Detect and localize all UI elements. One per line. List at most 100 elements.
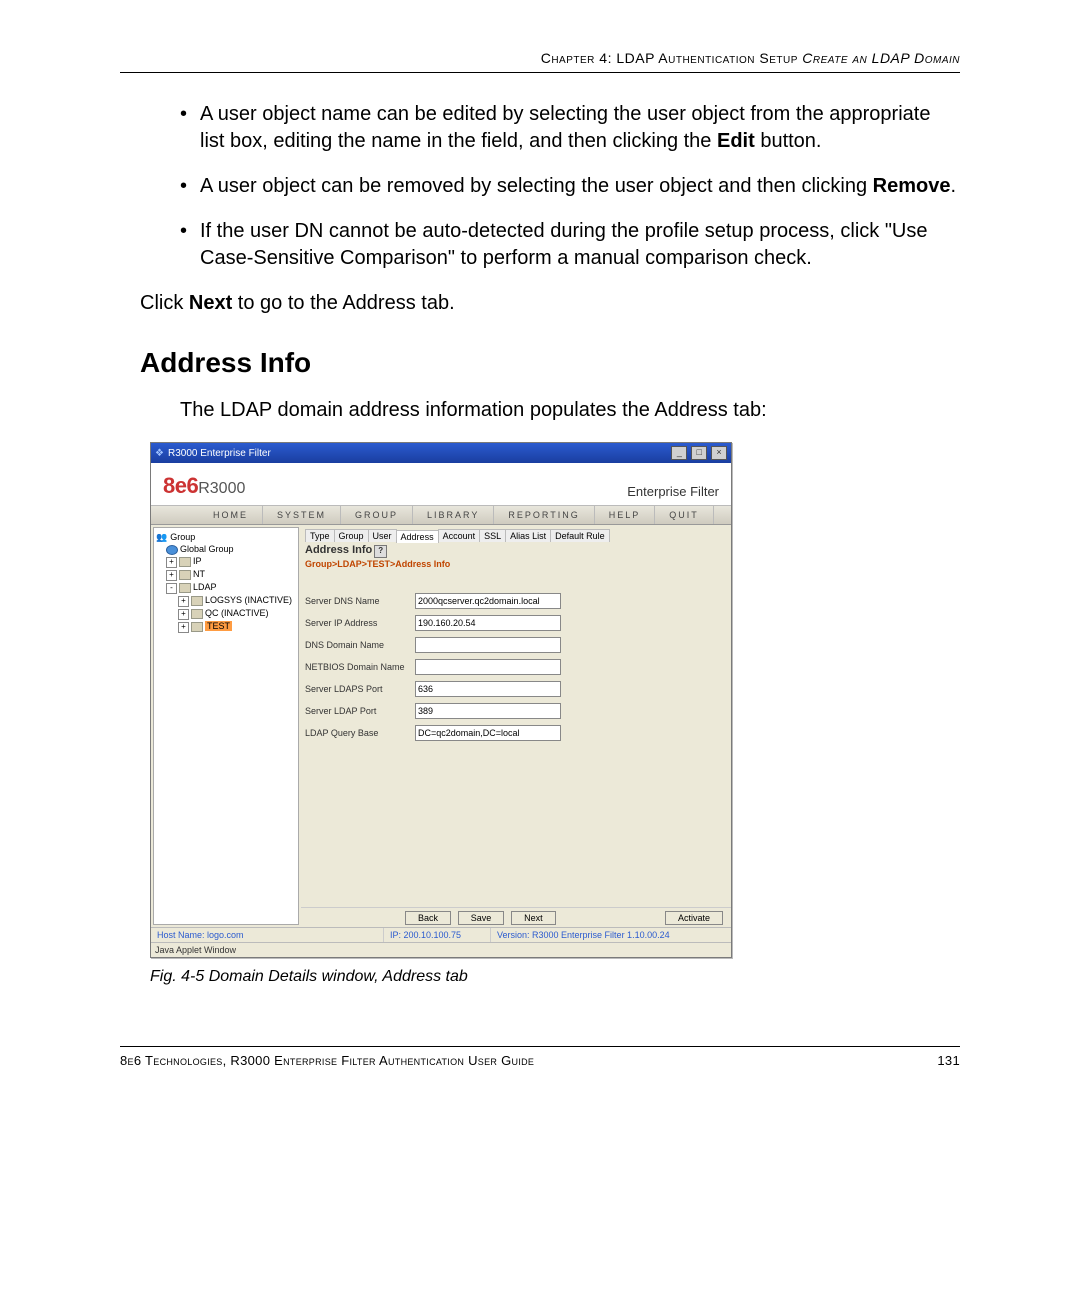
bullet-item: A user object can be removed by selectin… [180, 173, 960, 200]
menubar: HOME SYSTEM GROUP LIBRARY REPORTING HELP… [151, 505, 731, 525]
minimize-button[interactable]: _ [671, 446, 687, 460]
server-dns-input[interactable] [415, 593, 561, 609]
ldap-port-input[interactable] [415, 703, 561, 719]
tree-root[interactable]: 👥Group [156, 531, 296, 543]
activate-button[interactable]: Activate [665, 911, 723, 925]
bold-word: Edit [717, 130, 755, 152]
panel-title: Address Info? [305, 544, 727, 558]
chapter-title: Chapter 4: LDAP Authentication Setup [541, 50, 798, 66]
menu-help[interactable]: HELP [595, 506, 656, 524]
maximize-button[interactable]: □ [691, 446, 707, 460]
footer-rule [120, 1046, 960, 1047]
tab-alias-list[interactable]: Alias List [505, 529, 551, 542]
tree-panel: 👥Group Global Group +IP +NT -LDAP +LOGSY… [153, 527, 299, 925]
folder-icon [179, 583, 191, 593]
group-icon: 👥 [156, 532, 167, 542]
tab-ssl[interactable]: SSL [479, 529, 506, 542]
bullet-text: button. [755, 130, 822, 152]
bullet-item: If the user DN cannot be auto-detected d… [180, 218, 960, 272]
tree-test[interactable]: +TEST [178, 620, 296, 633]
menu-quit[interactable]: QUIT [655, 506, 714, 524]
logo-8e6: 8e6 [163, 473, 198, 498]
menu-home[interactable]: HOME [199, 506, 263, 524]
bullet-text: If the user DN cannot be auto-detected d… [200, 220, 928, 269]
page-number: 131 [937, 1053, 960, 1068]
server-ip-label: Server IP Address [305, 618, 415, 628]
tree-global-group[interactable]: Global Group [166, 543, 296, 555]
menu-system[interactable]: SYSTEM [263, 506, 341, 524]
status-bar: Host Name: logo.com IP: 200.10.100.75 Ve… [151, 927, 731, 942]
netbios-input[interactable] [415, 659, 561, 675]
tab-type[interactable]: Type [305, 529, 335, 542]
expand-icon[interactable]: + [166, 570, 177, 581]
tree-ldap[interactable]: -LDAP [166, 581, 296, 594]
click-next-para: Click Next to go to the Address tab. [140, 290, 960, 317]
expand-icon[interactable]: + [178, 622, 189, 633]
query-base-label: LDAP Query Base [305, 728, 415, 738]
folder-icon [191, 596, 203, 606]
bold-word: Next [189, 292, 232, 314]
globe-icon [166, 545, 178, 555]
status-host: Host Name: logo.com [151, 928, 384, 942]
java-applet-label: Java Applet Window [151, 942, 731, 957]
page-footer: 8e6 Technologies, R3000 Enterprise Filte… [120, 1053, 960, 1068]
tree-ip[interactable]: +IP [166, 555, 296, 568]
status-ip: IP: 200.10.100.75 [384, 928, 491, 942]
banner: 8e6R3000 Enterprise Filter [151, 463, 731, 505]
chapter-section: Create an LDAP Domain [802, 50, 960, 66]
menu-group[interactable]: GROUP [341, 506, 413, 524]
figure-caption: Fig. 4-5 Domain Details window, Address … [150, 968, 960, 986]
tab-group[interactable]: Group [334, 529, 369, 542]
bullet-text: A user object can be removed by selectin… [200, 175, 873, 197]
menu-library[interactable]: LIBRARY [413, 506, 494, 524]
tree-logsys[interactable]: +LOGSYS (INACTIVE) [178, 594, 296, 607]
help-icon[interactable]: ? [374, 545, 387, 558]
dns-domain-label: DNS Domain Name [305, 640, 415, 650]
bullet-text: . [950, 175, 956, 197]
window-title: R3000 Enterprise Filter [168, 448, 271, 459]
titlebar: ❖ R3000 Enterprise Filter _ □ × [151, 443, 731, 463]
text: to go to the Address tab. [232, 292, 454, 314]
logo-r3000: R3000 [198, 480, 245, 497]
tab-bar: TypeGroupUserAddressAccountSSLAlias List… [305, 529, 727, 542]
status-version: Version: R3000 Enterprise Filter 1.10.00… [491, 928, 731, 942]
app-window: ❖R3000 Enterprise Filter _ □ × 8e6R3000 … [150, 442, 732, 958]
folder-icon [179, 557, 191, 567]
tab-user[interactable]: User [368, 529, 397, 542]
save-button[interactable]: Save [458, 911, 505, 925]
banner-subtitle: Enterprise Filter [627, 484, 719, 499]
ldap-port-label: Server LDAP Port [305, 706, 415, 716]
logo: 8e6R3000 [163, 473, 245, 499]
next-button[interactable]: Next [511, 911, 556, 925]
folder-icon [191, 609, 203, 619]
expand-icon[interactable]: + [178, 609, 189, 620]
bullet-item: A user object name can be edited by sele… [180, 101, 960, 155]
back-button[interactable]: Back [405, 911, 451, 925]
folder-icon [191, 622, 203, 632]
expand-icon[interactable]: + [178, 596, 189, 607]
header-rule [120, 72, 960, 73]
server-ip-input[interactable] [415, 615, 561, 631]
tab-default-rule[interactable]: Default Rule [550, 529, 610, 542]
tree-qc[interactable]: +QC (INACTIVE) [178, 607, 296, 620]
bullet-list: A user object name can be edited by sele… [180, 101, 960, 272]
app-icon: ❖ [155, 448, 164, 459]
main-area: TypeGroupUserAddressAccountSSLAlias List… [301, 525, 731, 927]
menu-reporting[interactable]: REPORTING [494, 506, 594, 524]
bold-word: Remove [873, 175, 951, 197]
ldaps-port-input[interactable] [415, 681, 561, 697]
query-base-input[interactable] [415, 725, 561, 741]
text: Click [140, 292, 189, 314]
collapse-icon[interactable]: - [166, 583, 177, 594]
server-dns-label: Server DNS Name [305, 596, 415, 606]
close-button[interactable]: × [711, 446, 727, 460]
breadcrumb: Group>LDAP>TEST>Address Info [305, 559, 727, 569]
tab-account[interactable]: Account [438, 529, 481, 542]
expand-icon[interactable]: + [166, 557, 177, 568]
footer-left: 8e6 Technologies, R3000 Enterprise Filte… [120, 1053, 534, 1068]
section-heading: Address Info [140, 347, 960, 379]
tab-address[interactable]: Address [396, 530, 439, 543]
tree-nt[interactable]: +NT [166, 568, 296, 581]
chapter-header: Chapter 4: LDAP Authentication Setup Cre… [120, 50, 960, 66]
dns-domain-input[interactable] [415, 637, 561, 653]
